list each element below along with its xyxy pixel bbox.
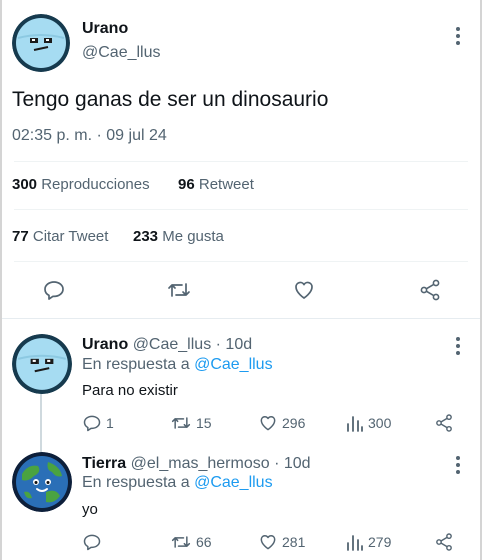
thread-connector	[40, 392, 42, 454]
views-button[interactable]: 300	[346, 413, 391, 433]
retweet-button[interactable]	[166, 278, 192, 302]
retweets-stat[interactable]: 96 Retweet	[178, 176, 254, 193]
retweets-label: Retweet	[198, 176, 254, 193]
more-options-icon[interactable]	[450, 26, 466, 46]
views-count: 300	[12, 176, 38, 193]
quotes-count: 77	[12, 228, 29, 245]
views-count: 300	[368, 415, 392, 431]
share-icon	[420, 279, 440, 301]
likes-stat[interactable]: 233 Me gusta	[133, 228, 224, 245]
tweet-timestamp[interactable]: 02:35 p. m. · 09 jul 24	[12, 127, 167, 145]
more-options-icon[interactable]	[450, 455, 466, 475]
reply-text: yo	[82, 501, 98, 518]
uranus-face-icon	[12, 334, 72, 394]
views-chart-icon	[347, 535, 363, 551]
avatar-urano[interactable]	[12, 14, 70, 72]
avatar-urano[interactable]	[12, 334, 72, 394]
reply-button[interactable]	[82, 532, 106, 552]
retweet-icon	[168, 283, 190, 297]
share-icon	[436, 533, 452, 551]
heart-icon	[260, 416, 276, 431]
retweet-icon	[171, 417, 191, 429]
reply-prefix: En respuesta a	[82, 356, 190, 373]
author-name[interactable]: Tierra	[82, 455, 126, 472]
share-button[interactable]	[418, 278, 442, 302]
quotes-label: Citar Tweet	[32, 228, 109, 245]
views-button[interactable]: 279	[346, 532, 391, 552]
reply-icon	[83, 415, 101, 432]
share-button[interactable]	[434, 532, 454, 552]
reply-icon	[83, 534, 101, 551]
divider	[14, 261, 468, 262]
heart-icon	[295, 281, 313, 299]
reply-header: Urano @Cae_llus · 10d	[82, 336, 252, 354]
replies-count: 1	[106, 415, 114, 431]
likes-count: 233	[133, 228, 159, 245]
heart-icon	[260, 535, 276, 550]
author-name[interactable]: Urano	[82, 336, 128, 353]
reply-to-link[interactable]: @Cae_llus	[194, 356, 273, 373]
section-divider	[2, 318, 480, 319]
avatar-tierra[interactable]	[12, 452, 72, 512]
likes-count: 281	[282, 534, 306, 550]
like-button[interactable]: 281	[258, 532, 305, 552]
reply-context: En respuesta a @Cae_llus	[82, 356, 273, 374]
share-icon	[436, 414, 452, 432]
views-count: 279	[368, 534, 392, 550]
tweet-text: Tengo ganas de ser un dinosaurio	[12, 88, 329, 111]
reply-age[interactable]: · 10d	[274, 455, 310, 472]
author-handle[interactable]: @Cae_llus	[133, 336, 212, 353]
uranus-face-icon	[12, 14, 70, 72]
retweet-icon	[171, 536, 191, 548]
reply-prefix: En respuesta a	[82, 474, 190, 491]
views-label: Reproducciones	[41, 176, 150, 193]
likes-label: Me gusta	[162, 228, 224, 245]
retweet-button[interactable]: 15	[170, 413, 212, 433]
author-handle[interactable]: @Cae_llus	[82, 44, 161, 62]
like-button[interactable]	[292, 278, 316, 302]
like-button[interactable]: 296	[258, 413, 305, 433]
share-button[interactable]	[434, 413, 454, 433]
quotes-stat[interactable]: 77 Citar Tweet	[12, 228, 108, 245]
reply-header: Tierra @el_mas_hermoso · 10d	[82, 455, 311, 473]
divider	[14, 161, 468, 162]
reply-text: Para no existir	[82, 382, 178, 399]
reply-age[interactable]: · 10d	[216, 336, 252, 353]
reply-to-link[interactable]: @Cae_llus	[194, 474, 273, 491]
left-edge	[0, 0, 2, 560]
author-name[interactable]: Urano	[82, 20, 128, 38]
views-chart-icon	[347, 416, 363, 432]
divider	[14, 209, 468, 210]
reply-button[interactable]: 1	[82, 413, 114, 433]
retweets-count: 96	[178, 176, 195, 193]
earth-face-icon	[12, 452, 72, 512]
author-handle[interactable]: @el_mas_hermoso	[131, 455, 270, 472]
reply-button[interactable]	[42, 278, 66, 302]
retweet-button[interactable]: 66	[170, 532, 212, 552]
retweets-count: 66	[196, 534, 212, 550]
retweets-count: 15	[196, 415, 212, 431]
views-stat[interactable]: 300 Reproducciones	[12, 176, 150, 193]
likes-count: 296	[282, 415, 306, 431]
reply-icon	[44, 281, 64, 300]
reply-context: En respuesta a @Cae_llus	[82, 474, 273, 492]
more-options-icon[interactable]	[450, 336, 466, 356]
